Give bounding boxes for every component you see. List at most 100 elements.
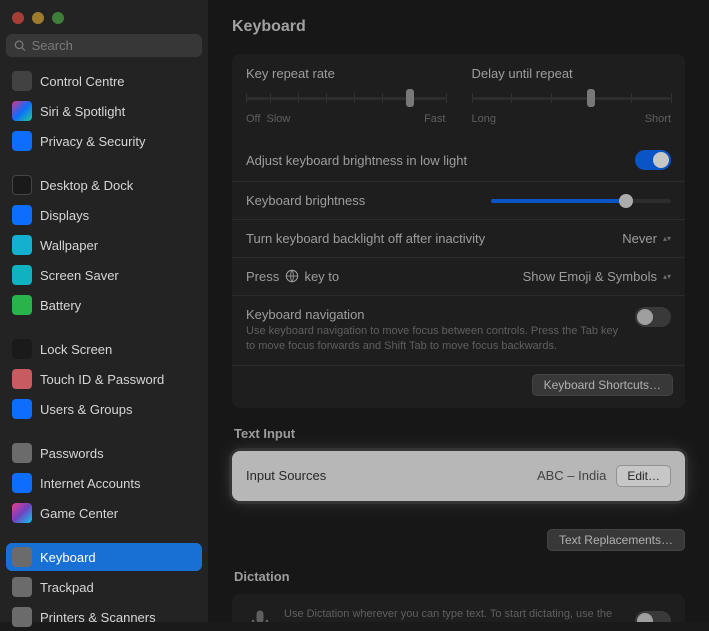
sidebar-item-label: Passwords: [40, 446, 104, 461]
sidebar-item-label: Displays: [40, 208, 89, 223]
text-replacements-button[interactable]: Text Replacements…: [547, 529, 685, 551]
sidebar-item-label: Game Center: [40, 506, 118, 521]
at-icon: [12, 473, 32, 493]
sidebar-item-control-centre[interactable]: Control Centre: [6, 67, 202, 95]
fingerprint-icon: [12, 369, 32, 389]
sidebar-item-desktop-dock[interactable]: Desktop & Dock: [6, 171, 202, 199]
input-sources-label: Input Sources: [246, 468, 527, 483]
delay-short-label: Short: [645, 113, 671, 125]
globe-icon: [285, 269, 299, 283]
users-icon: [12, 399, 32, 419]
screensaver-icon: [12, 265, 32, 285]
backlight-off-label: Turn keyboard backlight off after inacti…: [246, 231, 612, 246]
wallpaper-icon: [12, 235, 32, 255]
sidebar-item-keyboard[interactable]: Keyboard: [6, 543, 202, 571]
key-repeat-fast-label: Fast: [424, 113, 445, 125]
adjust-brightness-label: Adjust keyboard brightness in low light: [246, 153, 625, 168]
keyboard-icon: [12, 547, 32, 567]
text-input-section-title: Text Input: [234, 426, 685, 441]
input-sources-panel: Input Sources ABC – India Edit…: [232, 451, 685, 501]
microphone-icon: [246, 607, 274, 622]
printer-icon: [12, 607, 32, 627]
lock-icon: [12, 339, 32, 359]
desktop-icon: [12, 175, 32, 195]
stepper-icon: ▴▾: [663, 273, 671, 280]
sidebar-item-lock-screen[interactable]: Lock Screen: [6, 335, 202, 363]
sidebar-item-wallpaper[interactable]: Wallpaper: [6, 231, 202, 259]
sidebar-nav: Control Centre Siri & Spotlight Privacy & …: [6, 67, 202, 631]
sidebar-item-label: Control Centre: [40, 74, 125, 89]
sidebar-item-label: Screen Saver: [40, 268, 119, 283]
sidebar-item-passwords[interactable]: Passwords: [6, 439, 202, 467]
search-field[interactable]: [6, 34, 202, 57]
battery-icon: [12, 295, 32, 315]
dictation-desc: Use Dictation wherever you can type text…: [284, 607, 625, 622]
sidebar-item-game-center[interactable]: Game Center: [6, 499, 202, 527]
delay-long-label: Long: [472, 113, 496, 125]
search-icon: [14, 39, 27, 53]
sidebar-item-internet-accounts[interactable]: Internet Accounts: [6, 469, 202, 497]
sidebar-item-label: Trackpad: [40, 580, 94, 595]
window-controls: [6, 6, 202, 34]
key-icon: [12, 443, 32, 463]
keyboard-navigation-label: Keyboard navigation: [246, 307, 625, 322]
key-repeat-off-label: Off: [246, 113, 260, 125]
sidebar-item-label: Lock Screen: [40, 342, 112, 357]
sidebar-item-privacy-security[interactable]: Privacy & Security: [6, 127, 202, 155]
sidebar-item-users-groups[interactable]: Users & Groups: [6, 395, 202, 423]
keyboard-shortcuts-button[interactable]: Keyboard Shortcuts…: [532, 374, 673, 396]
close-window-button[interactable]: [12, 12, 24, 24]
sidebar-item-battery[interactable]: Battery: [6, 291, 202, 319]
sidebar-item-label: Wallpaper: [40, 238, 98, 253]
sidebar-item-label: Internet Accounts: [40, 476, 140, 491]
backlight-off-select[interactable]: Never ▴▾: [622, 231, 671, 246]
sidebar: Control Centre Siri & Spotlight Privacy & …: [0, 0, 208, 622]
sidebar-item-label: Printers & Scanners: [40, 610, 156, 625]
sidebar-item-label: Battery: [40, 298, 81, 313]
search-input[interactable]: [32, 38, 194, 53]
keyboard-brightness-slider[interactable]: [491, 194, 671, 208]
sidebar-item-touch-id-password[interactable]: Touch ID & Password: [6, 365, 202, 393]
hand-icon: [12, 131, 32, 151]
sidebar-item-label: Siri & Spotlight: [40, 104, 125, 119]
siri-icon: [12, 101, 32, 121]
minimize-window-button[interactable]: [32, 12, 44, 24]
sidebar-item-displays[interactable]: Displays: [6, 201, 202, 229]
input-sources-value: ABC – India: [537, 468, 606, 483]
trackpad-icon: [12, 577, 32, 597]
delay-until-repeat-label: Delay until repeat: [472, 66, 672, 81]
press-globe-select[interactable]: Show Emoji & Symbols ▴▾: [523, 269, 671, 284]
sidebar-item-label: Privacy & Security: [40, 134, 145, 149]
sidebar-item-siri-spotlight[interactable]: Siri & Spotlight: [6, 97, 202, 125]
gamecenter-icon: [12, 503, 32, 523]
displays-icon: [12, 205, 32, 225]
keyboard-navigation-desc: Use keyboard navigation to move focus be…: [246, 324, 625, 354]
key-repeat-rate-label: Key repeat rate: [246, 66, 446, 81]
sidebar-item-label: Desktop & Dock: [40, 178, 133, 193]
dictation-panel: Use Dictation wherever you can type text…: [232, 594, 685, 622]
key-repeat-slow-label: Slow: [267, 113, 291, 125]
sidebar-item-trackpad[interactable]: Trackpad: [6, 573, 202, 601]
sidebar-item-screen-saver[interactable]: Screen Saver: [6, 261, 202, 289]
sidebar-item-label: Touch ID & Password: [40, 372, 164, 387]
key-repeat-rate-block: Key repeat rate Off Slow Fast: [246, 66, 446, 125]
keyboard-settings-panel: Key repeat rate Off Slow Fast Delay unti…: [232, 54, 685, 408]
control-centre-icon: [12, 71, 32, 91]
delay-until-repeat-block: Delay until repeat Long Short: [472, 66, 672, 125]
dictation-section-title: Dictation: [234, 569, 685, 584]
input-sources-edit-button[interactable]: Edit…: [616, 465, 671, 487]
delay-until-repeat-slider[interactable]: [472, 89, 672, 109]
fullscreen-window-button[interactable]: [52, 12, 64, 24]
keyboard-brightness-label: Keyboard brightness: [246, 193, 481, 208]
sidebar-item-printers-scanners[interactable]: Printers & Scanners: [6, 603, 202, 631]
sidebar-item-label: Keyboard: [40, 550, 96, 565]
key-repeat-rate-slider[interactable]: [246, 89, 446, 109]
page-title: Keyboard: [232, 18, 685, 36]
stepper-icon: ▴▾: [663, 235, 671, 242]
sidebar-item-label: Users & Groups: [40, 402, 132, 417]
main-content: Keyboard Key repeat rate Off Slow Fast D…: [208, 0, 709, 622]
keyboard-navigation-toggle[interactable]: [635, 307, 671, 327]
dictation-toggle[interactable]: [635, 611, 671, 622]
press-globe-label: Press key to: [246, 269, 513, 284]
adjust-brightness-toggle[interactable]: [635, 150, 671, 170]
